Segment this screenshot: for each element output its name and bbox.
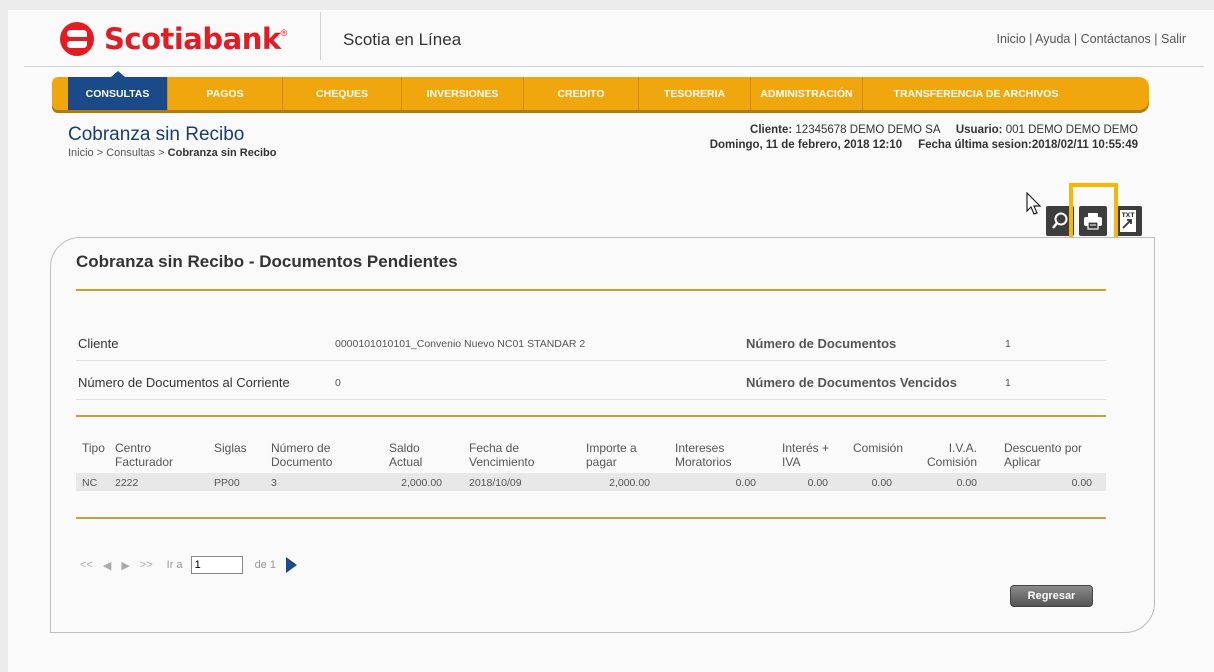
link-inicio[interactable]: Inicio	[996, 32, 1025, 46]
txt-icon-label: TXT	[1122, 212, 1136, 219]
mouse-cursor-icon	[1026, 192, 1042, 215]
col-saldo-actual: Saldo Actual	[389, 441, 423, 469]
usuario-value: 001 DEMO DEMO DEMO	[1005, 124, 1138, 136]
usuario-label: Usuario:	[955, 124, 1003, 136]
num-vencidos-value: 1	[1005, 377, 1011, 389]
col-iva-comision: I.V.A. Comisión	[926, 441, 977, 469]
col-intereses-moratorios: Intereses Moratorios	[675, 441, 732, 469]
col-siglas: Siglas	[214, 441, 247, 455]
pagination: << ◀ ▶ >> Ir a de 1	[80, 556, 297, 574]
nav-credito[interactable]: CREDITO	[524, 77, 639, 110]
num-docs-value: 1	[1005, 338, 1011, 350]
app-name: Scotia en Línea	[343, 30, 462, 49]
col-centro-facturador: Centro Facturador	[115, 441, 174, 469]
next-page-small-icon[interactable]: ▶	[121, 559, 129, 572]
cliente-value: 12345678 DEMO DEMO SA	[795, 124, 940, 136]
nav-pagos[interactable]: PAGOS	[168, 77, 283, 110]
breadcrumb-path: Inicio > Consultas >	[68, 147, 168, 159]
num-corriente-value: 0	[335, 377, 341, 389]
col-descuento-aplicar: Descuento por Aplicar	[1004, 441, 1083, 469]
num-vencidos-label: Número de Documentos Vencidos	[746, 375, 957, 390]
session-info: Cliente: 12345678 DEMO DEMO SA Usuario: …	[710, 123, 1138, 153]
cell-iva-comision: 0.00	[956, 477, 977, 489]
prev-page-icon[interactable]: ◀	[103, 559, 111, 572]
last-session-label: Fecha última sesion:	[918, 139, 1032, 151]
regresar-button[interactable]: Regresar	[1010, 585, 1093, 607]
cell-importe-pagar: 2,000.00	[609, 477, 650, 489]
session-date: Domingo, 11 de febrero, 2018 12:10	[709, 139, 903, 151]
col-tipo: Tipo	[82, 441, 105, 455]
cliente-field-label: Cliente	[78, 336, 119, 351]
top-links: Inicio | Ayuda | Contáctanos | Salir	[996, 32, 1186, 46]
info-row-cliente: Cliente 0000101010101_Convenio Nuevo NC0…	[76, 323, 1106, 361]
cell-comision: 0.00	[871, 477, 892, 489]
cell-numero-documento: 3	[271, 477, 277, 489]
main-nav: CONSULTAS PAGOS CHEQUES INVERSIONES CRED…	[52, 71, 1149, 113]
link-ayuda[interactable]: Ayuda	[1035, 32, 1070, 46]
nav-cheques[interactable]: CHEQUES	[283, 77, 402, 110]
header-divider-line	[24, 66, 1204, 67]
breadcrumb-current: Cobranza sin Recibo	[167, 147, 277, 159]
cliente-field-value: 0000101010101_Convenio Nuevo NC01 STANDA…	[335, 338, 586, 350]
nav-tesoreria[interactable]: TESORERIA	[639, 77, 751, 110]
brand-name: Scotiabank	[104, 22, 281, 56]
page-total-label: de 1	[254, 559, 276, 571]
magnifier-icon	[1052, 212, 1068, 229]
gold-divider	[76, 415, 1106, 417]
next-page-arrow-icon[interactable]	[285, 557, 297, 573]
col-interes-iva: Interés + IVA	[782, 441, 830, 469]
col-fecha-vencimiento: Fecha de Vencimiento	[469, 441, 535, 469]
gold-divider	[76, 289, 1106, 291]
header-divider	[320, 12, 321, 60]
scotiabank-logo[interactable]: Scotiabank ®	[60, 22, 287, 56]
cliente-label: Cliente:	[750, 124, 793, 136]
info-row-corriente: Número de Documentos al Corriente 0 Núme…	[76, 362, 1106, 400]
link-salir[interactable]: Salir	[1161, 32, 1186, 46]
nav-transferencia-archivos[interactable]: TRANSFERENCIA DE ARCHIVOS	[863, 77, 1089, 110]
cell-tipo: NC	[82, 477, 98, 489]
scotiabank-logo-icon	[60, 22, 94, 56]
nav-administracion[interactable]: ADMINISTRACIÓN	[751, 77, 863, 110]
export-txt-button[interactable]: TXT	[1114, 206, 1142, 236]
print-highlight-box	[1069, 183, 1118, 245]
ir-a-label: Ir a	[166, 559, 183, 571]
cell-siglas: PP00	[214, 477, 240, 489]
first-page-icon[interactable]: <<	[80, 559, 93, 571]
nav-consultas[interactable]: CONSULTAS	[68, 71, 168, 110]
link-contactanos[interactable]: Contáctanos	[1081, 32, 1151, 46]
cell-interes-iva: 0.00	[807, 477, 828, 489]
page-title: Cobranza sin Recibo	[68, 124, 245, 145]
cell-descuento-aplicar: 0.00	[1071, 477, 1092, 489]
cell-fecha-vencimiento: 2018/10/09	[469, 477, 522, 489]
last-page-icon[interactable]: >>	[140, 559, 153, 571]
page-number-input[interactable]	[190, 556, 243, 574]
txt-file-icon: TXT	[1120, 210, 1136, 232]
cell-saldo-actual: 2,000.00	[401, 477, 442, 489]
breadcrumb: Inicio > Consultas > Cobranza sin Recibo	[68, 147, 276, 159]
registered-mark: ®	[280, 28, 288, 38]
col-numero-documento: Número de Documento	[271, 441, 333, 469]
panel-title: Cobranza sin Recibo - Documentos Pendien…	[76, 252, 458, 271]
cell-intereses-moratorios: 0.00	[735, 477, 756, 489]
nav-inversiones[interactable]: INVERSIONES	[402, 77, 524, 110]
col-comision: Comisión	[853, 441, 904, 455]
num-corriente-label: Número de Documentos al Corriente	[78, 375, 290, 390]
cell-centro-facturador: 2222	[115, 477, 139, 489]
gold-divider	[76, 517, 1106, 519]
last-session-value: 2018/02/11 10:55:49	[1031, 139, 1138, 151]
col-importe-pagar: Importe a pagar	[586, 441, 637, 469]
num-docs-label: Número de Documentos	[746, 336, 897, 351]
